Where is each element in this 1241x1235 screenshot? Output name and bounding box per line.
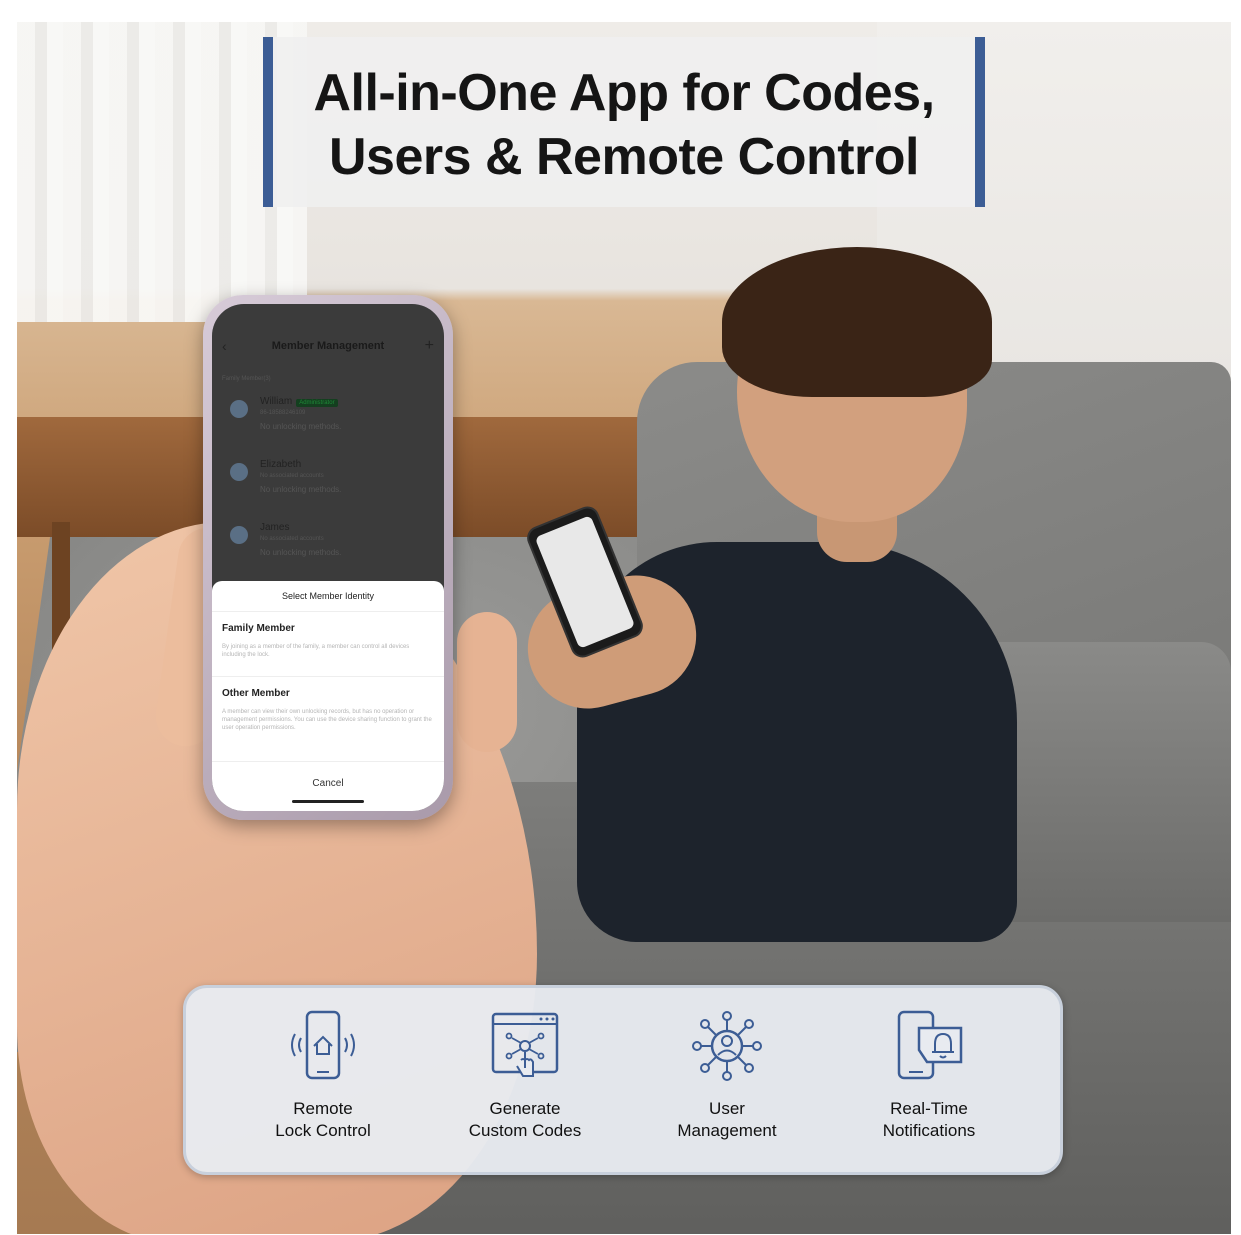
- member-account: No associated accounts: [260, 536, 324, 542]
- member-row[interactable]: William Administrator 86-18588246109 No u…: [230, 396, 430, 452]
- code-generate-icon: [491, 1012, 559, 1077]
- headline-line-2: Users & Remote Control: [329, 128, 920, 186]
- plus-icon[interactable]: +: [425, 332, 434, 360]
- option-other-desc: A member can view their own unlocking re…: [222, 709, 432, 731]
- phone-home-remote-icon: [291, 1010, 355, 1080]
- member-name: Elizabeth: [260, 459, 302, 470]
- member-account: 86-18588246109: [260, 410, 306, 416]
- avatar: [230, 463, 248, 481]
- divider: [212, 676, 444, 677]
- feature-label: Remote Lock Control: [275, 1099, 371, 1140]
- member-account: No associated accounts: [260, 473, 324, 479]
- member-name: James: [260, 522, 290, 533]
- feature-notifications: Real-Time Notifications: [829, 1010, 1029, 1142]
- option-family-desc: By joining as a member of the family, a …: [222, 644, 410, 658]
- cancel-button[interactable]: Cancel: [212, 778, 444, 789]
- features-panel: Remote Lock Control Generate Custom Code…: [183, 985, 1063, 1175]
- sheet-title: Select Member Identity: [281, 591, 375, 601]
- member-row[interactable]: Elizabeth No associated accounts No unlo…: [230, 459, 430, 515]
- feature-custom-codes: Generate Custom Codes: [425, 1010, 625, 1142]
- member-row[interactable]: James No associated accounts No unlockin…: [230, 522, 430, 578]
- divider: [212, 611, 444, 612]
- avatar: [230, 400, 248, 418]
- home-indicator: [292, 800, 364, 803]
- bottom-sheet: Select Member Identity Family Member By …: [212, 581, 444, 811]
- section-label: Family Member(3): [222, 376, 271, 382]
- phone-mockup: ‹ Member Management + Family Member(3) W…: [203, 295, 453, 820]
- screen-title: Member Management: [271, 340, 385, 352]
- member-note: No unlocking methods.: [260, 485, 342, 494]
- divider: [212, 761, 444, 762]
- headline-bar-left: [263, 37, 273, 207]
- thumb: [457, 612, 517, 752]
- feature-label: User Management: [677, 1099, 777, 1140]
- phone-bell-icon: [897, 1010, 963, 1080]
- headline-box: All-in-One App for Codes, Users & Remote…: [263, 37, 985, 207]
- feature-remote-lock: Remote Lock Control: [223, 1010, 423, 1142]
- headline-line-1: All-in-One App for Codes,: [313, 64, 935, 122]
- member-note: No unlocking methods.: [260, 422, 342, 431]
- man-hair: [722, 247, 992, 397]
- feature-label: Real-Time Notifications: [882, 1099, 976, 1140]
- user-network-icon: [692, 1011, 762, 1081]
- admin-badge: Administrator: [296, 399, 338, 407]
- headline: All-in-One App for Codes, Users & Remote…: [283, 61, 965, 189]
- feature-label: Generate Custom Codes: [468, 1099, 582, 1140]
- headline-bar-right: [975, 37, 985, 207]
- member-name-line: William Administrator: [260, 396, 338, 407]
- feature-user-management: User Management: [627, 1010, 827, 1142]
- option-family-member[interactable]: Family Member: [222, 623, 295, 634]
- member-note: No unlocking methods.: [260, 548, 342, 557]
- avatar: [230, 526, 248, 544]
- member-name: William: [260, 396, 293, 407]
- option-other-member[interactable]: Other Member: [222, 688, 290, 699]
- phone-screen: ‹ Member Management + Family Member(3) W…: [212, 304, 444, 811]
